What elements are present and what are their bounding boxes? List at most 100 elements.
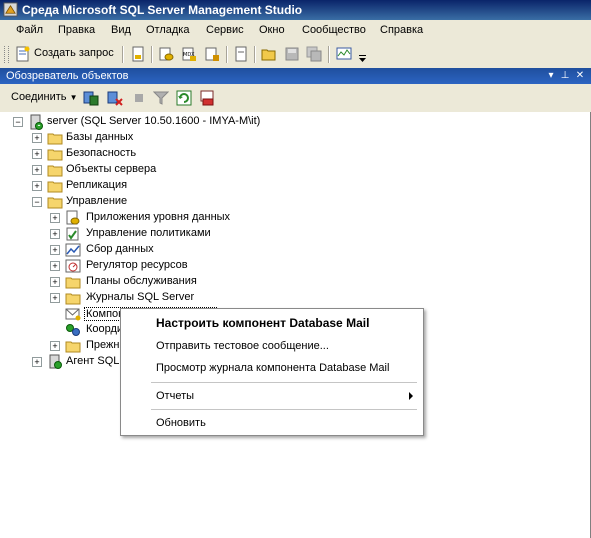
expand-icon[interactable]: + [50, 213, 60, 223]
menu-separator [151, 382, 417, 383]
tree-label: Безопасность [66, 147, 137, 159]
tree-label: Сбор данных [86, 243, 154, 255]
toolbar-overflow-icon[interactable] [358, 54, 367, 64]
folder-icon [65, 293, 81, 305]
folder-open-icon [47, 197, 63, 209]
submenu-arrow-icon [409, 392, 413, 400]
menu-bar: Файл Правка Вид Отладка Сервис Окно Сооб… [0, 20, 591, 42]
tree-label: Управление политиками [86, 227, 211, 239]
filter-icon[interactable] [153, 90, 169, 106]
expand-icon[interactable]: + [50, 341, 60, 351]
resource-governor-icon [65, 259, 81, 273]
tree-label: Регулятор ресурсов [86, 259, 188, 271]
save-icon[interactable] [284, 46, 300, 62]
new-query-icon [16, 46, 30, 62]
tree-label: Репликация [66, 179, 128, 191]
chevron-down-icon: ▼ [69, 93, 78, 102]
expand-icon[interactable]: + [32, 181, 42, 191]
refresh-icon[interactable] [176, 90, 192, 106]
analysis-mdx-query-icon[interactable]: MDX [181, 46, 197, 62]
new-query-label: Создать запрос [34, 47, 114, 59]
connect-button[interactable]: Соединить ▼ [11, 91, 77, 103]
window-position-icon[interactable]: ▾ [545, 69, 557, 82]
folder-icon [47, 149, 63, 161]
menu-view[interactable]: Вид [111, 24, 131, 36]
expand-icon[interactable]: + [50, 277, 60, 287]
xmla-query-icon[interactable] [233, 46, 249, 62]
menu-separator [151, 409, 417, 410]
menu-edit[interactable]: Правка [58, 24, 95, 36]
analysis-dmx-query-icon[interactable] [204, 46, 220, 62]
menu-help[interactable]: Справка [380, 24, 423, 36]
open-file-icon[interactable] [261, 46, 277, 62]
folder-icon [47, 165, 63, 177]
menu-debug[interactable]: Отладка [146, 24, 189, 36]
toolbar-separator [151, 46, 153, 63]
connect-explorer-icon[interactable] [83, 90, 99, 106]
expand-icon[interactable]: + [50, 261, 60, 271]
menu-item-label: Обновить [156, 417, 206, 429]
data-collection-icon [65, 243, 81, 257]
expand-icon[interactable]: + [50, 293, 60, 303]
connect-label: Соединить [11, 91, 67, 103]
menu-item-label: Отчеты [156, 390, 195, 402]
menu-item-reports[interactable]: Отчеты [121, 386, 423, 406]
stop-service-icon[interactable] [199, 90, 215, 106]
context-menu: Настроить компонент Database Mail Отправ… [120, 308, 424, 436]
window-title: Среда Microsoft SQL Server Management St… [22, 3, 303, 17]
tree-label: Журналы SQL Server [86, 291, 195, 303]
menu-window[interactable]: Окно [259, 24, 285, 36]
menu-item-configure-database-mail[interactable]: Настроить компонент Database Mail [121, 313, 423, 333]
standard-toolbar: Создать запрос MDX [0, 41, 591, 69]
expand-icon[interactable]: + [50, 245, 60, 255]
expand-icon[interactable]: + [32, 357, 42, 367]
database-engine-query-icon[interactable] [158, 46, 174, 62]
object-explorer-header: Обозреватель объектов ▾ ⊥ ✕ [0, 68, 591, 84]
ssms-app-icon [3, 2, 18, 17]
menu-community[interactable]: Сообщество [302, 24, 366, 36]
object-explorer-toolbar: Соединить ▼ [0, 84, 591, 113]
folder-icon [65, 277, 81, 289]
menu-tools[interactable]: Сервис [206, 24, 244, 36]
toolbar-separator [328, 46, 330, 63]
tree-label: Планы обслуживания [86, 275, 197, 287]
menu-item-label: Настроить компонент Database Mail [156, 316, 370, 330]
activity-monitor-icon[interactable] [336, 46, 352, 62]
collapse-icon[interactable]: − [13, 117, 23, 127]
server-icon [30, 114, 43, 130]
expand-icon[interactable]: + [32, 165, 42, 175]
toolbar-separator [122, 46, 124, 63]
distributed-transaction-icon [66, 324, 80, 336]
expand-icon[interactable]: + [32, 133, 42, 143]
expand-icon[interactable]: + [50, 229, 60, 239]
menu-item-label: Просмотр журнала компонента Database Mai… [156, 362, 390, 374]
object-explorer-title: Обозреватель объектов [6, 70, 129, 82]
menu-file[interactable]: Файл [16, 24, 43, 36]
close-panel-icon[interactable]: ✕ [574, 69, 586, 82]
tree-label: Управление [66, 195, 128, 207]
collapse-icon[interactable]: − [32, 197, 42, 207]
tree-label: Приложения уровня данных [86, 211, 231, 223]
auto-hide-pin-icon[interactable]: ⊥ [559, 69, 571, 82]
disconnect-icon[interactable] [107, 90, 123, 106]
sql-agent-icon [49, 354, 62, 369]
tree-label: Базы данных [66, 131, 134, 143]
new-file-icon[interactable] [130, 46, 146, 62]
folder-icon [47, 133, 63, 145]
policy-icon [66, 227, 79, 241]
toolbar-grip[interactable] [4, 46, 9, 63]
menu-item-view-database-mail-log[interactable]: Просмотр журнала компонента Database Mai… [121, 358, 423, 378]
expand-icon[interactable]: + [32, 149, 42, 159]
data-tier-application-icon [66, 210, 80, 225]
stop-icon[interactable] [131, 90, 147, 106]
menu-item-refresh[interactable]: Обновить [121, 413, 423, 433]
toolbar-separator [254, 46, 256, 63]
save-all-icon[interactable] [306, 46, 322, 62]
folder-icon [47, 181, 63, 193]
folder-icon [65, 341, 81, 353]
tree-label: Объекты сервера [66, 163, 157, 175]
title-bar: Среда Microsoft SQL Server Management St… [0, 0, 591, 20]
database-mail-icon [65, 308, 81, 321]
menu-item-send-test-email[interactable]: Отправить тестовое сообщение... [121, 336, 423, 356]
menu-item-label: Отправить тестовое сообщение... [156, 340, 329, 352]
